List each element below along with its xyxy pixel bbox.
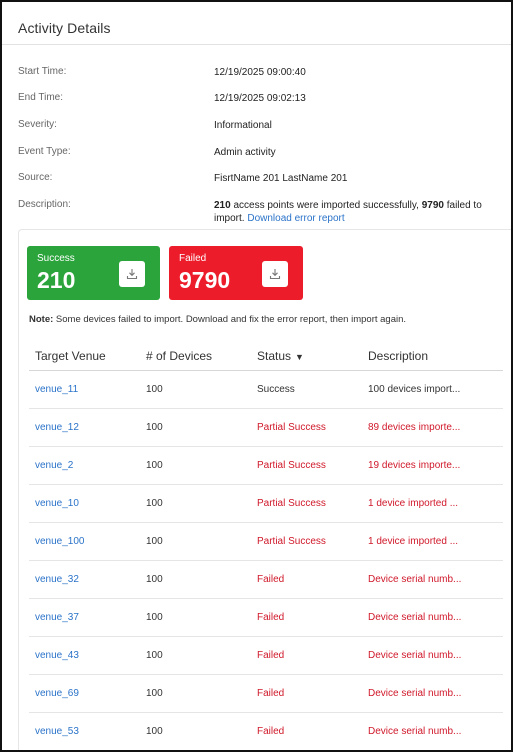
description-label: Description:: [18, 199, 71, 210]
description-cell: Device serial numb...: [362, 636, 503, 675]
failed-card-label: Failed: [179, 253, 207, 264]
source-label: Source:: [18, 172, 53, 183]
devices-cell: 100: [140, 370, 251, 409]
table-row: venue_100 100 Partial Success 1 device impo…: [29, 522, 503, 561]
table-body: venue_11 100 Success 100 devices import... v…: [29, 370, 503, 750]
col-header-status[interactable]: Status ▼: [251, 342, 362, 371]
end-time-value: 12/19/2025 09:02:13: [214, 93, 306, 104]
note-prefix: Note:: [29, 314, 54, 325]
devices-cell: 100: [140, 712, 251, 750]
table-row: venue_37 100 Failed Device serial numb...: [29, 598, 503, 637]
venue-link[interactable]: venue_12: [29, 408, 140, 447]
table-row: venue_11 100 Success 100 devices import...: [29, 370, 503, 409]
col-header-target-venue[interactable]: Target Venue: [29, 342, 140, 371]
download-failed-button[interactable]: [262, 261, 288, 287]
description-cell: 19 devices importe...: [362, 446, 503, 485]
venue-link[interactable]: venue_10: [29, 484, 140, 523]
note-text: Some devices failed to import. Download …: [53, 314, 407, 325]
table-row: venue_43 100 Failed Device serial numb...: [29, 636, 503, 675]
severity-label: Severity:: [18, 119, 57, 130]
source-value: FisrtName 201 LastName 201: [214, 173, 348, 184]
status-cell: Failed: [251, 712, 362, 750]
failed-card-value: 9790: [179, 267, 231, 293]
failed-count-text: 9790: [421, 200, 444, 211]
description-cell: 89 devices importe...: [362, 408, 503, 447]
status-cell: Success: [251, 370, 362, 409]
status-cell: Partial Success: [251, 446, 362, 485]
col-header-status-label: Status: [257, 349, 292, 363]
download-success-button[interactable]: [119, 261, 145, 287]
devices-cell: 100: [140, 522, 251, 561]
success-card-label: Success: [37, 253, 75, 264]
event-type-value: Admin activity: [214, 147, 276, 158]
success-card-value: 210: [37, 267, 76, 293]
status-cell: Failed: [251, 598, 362, 637]
venue-link[interactable]: venue_43: [29, 636, 140, 675]
description-cell: Device serial numb...: [362, 598, 503, 637]
download-icon: [126, 269, 138, 280]
status-cell: Partial Success: [251, 522, 362, 561]
download-error-report-link[interactable]: Download error report: [247, 213, 344, 224]
status-cell: Partial Success: [251, 484, 362, 523]
status-cell: Partial Success: [251, 408, 362, 447]
table-row: venue_53 100 Failed Device serial numb...: [29, 712, 503, 750]
description-cell: Device serial numb...: [362, 712, 503, 750]
table-header-row: Target Venue # of Devices Status ▼ Descri…: [29, 342, 503, 371]
table-row: venue_12 100 Partial Success 89 devices imp…: [29, 408, 503, 447]
status-cell: Failed: [251, 560, 362, 599]
description-text-1: access points were imported successfully…: [230, 200, 422, 211]
description-cell: 100 devices import...: [362, 370, 503, 409]
table-row: venue_10 100 Partial Success 1 device impor…: [29, 484, 503, 523]
venue-link[interactable]: venue_2: [29, 446, 140, 485]
devices-cell: 100: [140, 446, 251, 485]
venue-link[interactable]: venue_69: [29, 674, 140, 713]
devices-cell: 100: [140, 560, 251, 599]
col-header-description[interactable]: Description: [362, 342, 503, 371]
venue-link[interactable]: venue_32: [29, 560, 140, 599]
venue-link[interactable]: venue_37: [29, 598, 140, 637]
venue-link[interactable]: venue_53: [29, 712, 140, 750]
import-note: Note: Some devices failed to import. Dow…: [29, 314, 406, 325]
description-value: 210 access points were imported successf…: [214, 199, 504, 225]
col-header-devices[interactable]: # of Devices: [140, 342, 251, 371]
success-count-text: 210: [214, 200, 231, 211]
table-row: venue_69 100 Failed Device serial numb...: [29, 674, 503, 713]
start-time-label: Start Time:: [18, 66, 67, 77]
status-cell: Failed: [251, 674, 362, 713]
description-cell: 1 device imported ...: [362, 484, 503, 523]
sort-desc-icon[interactable]: ▼: [295, 352, 304, 362]
devices-cell: 100: [140, 408, 251, 447]
failed-card: Failed 9790: [169, 246, 303, 300]
description-cell: Device serial numb...: [362, 674, 503, 713]
activity-details-panel: Activity Details Start Time: 12/19/2025 …: [0, 0, 513, 752]
devices-cell: 100: [140, 636, 251, 675]
status-cell: Failed: [251, 636, 362, 675]
description-cell: Device serial numb...: [362, 560, 503, 599]
event-type-label: Event Type:: [18, 146, 71, 157]
download-icon: [269, 269, 281, 280]
success-card: Success 210: [27, 246, 160, 300]
venue-link[interactable]: venue_11: [29, 370, 140, 409]
import-results-panel: Success 210 Failed 9790 Note: Some devic…: [18, 229, 511, 750]
devices-cell: 100: [140, 598, 251, 637]
devices-cell: 100: [140, 674, 251, 713]
table-row: venue_32 100 Failed Device serial numb...: [29, 560, 503, 599]
venue-link[interactable]: venue_100: [29, 522, 140, 561]
description-cell: 1 device imported ...: [362, 522, 503, 561]
devices-cell: 100: [140, 484, 251, 523]
severity-value: Informational: [214, 120, 272, 131]
panel-header: Activity Details: [2, 2, 511, 45]
start-time-value: 12/19/2025 09:00:40: [214, 67, 306, 78]
page-title: Activity Details: [18, 20, 111, 36]
end-time-label: End Time:: [18, 92, 64, 103]
table-row: venue_2 100 Partial Success 19 devices impo…: [29, 446, 503, 485]
results-table: Target Venue # of Devices Status ▼ Descri…: [29, 342, 503, 750]
